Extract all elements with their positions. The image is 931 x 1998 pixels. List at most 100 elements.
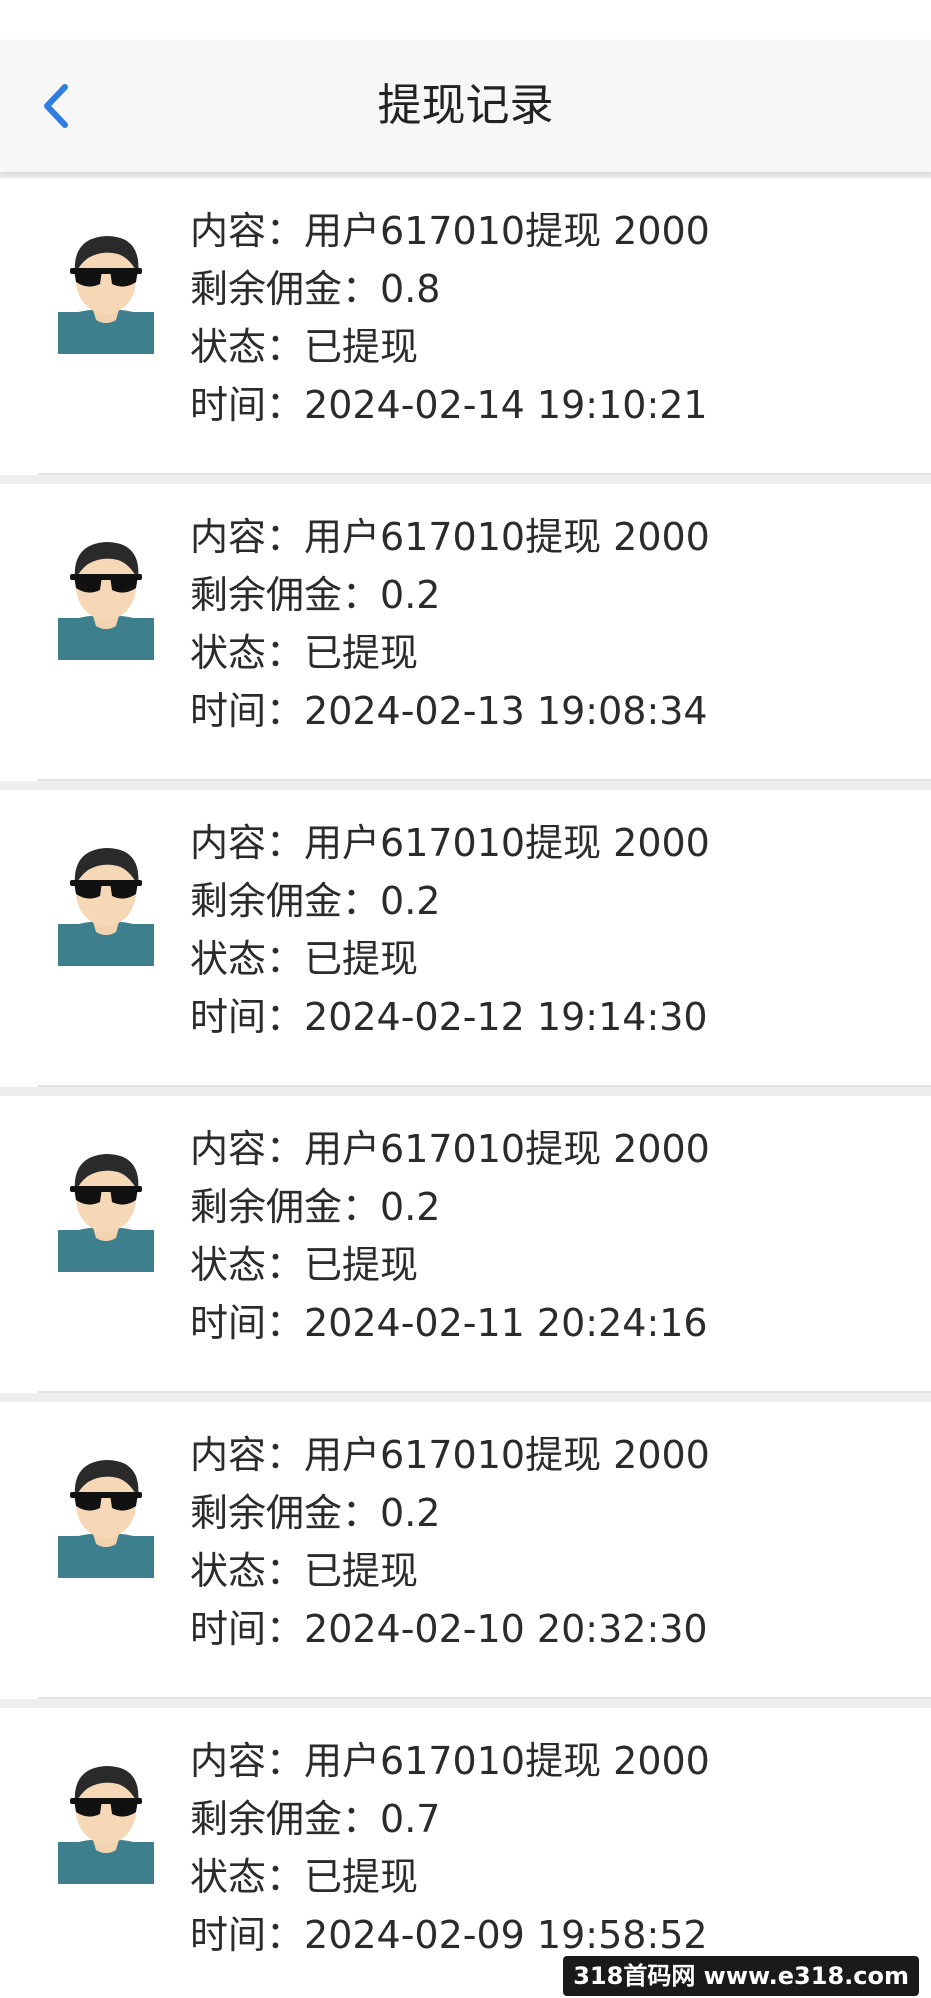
user-with-sunglasses-icon: [58, 848, 154, 966]
record-info: 内容：用户617010提现 2000 剩余佣金：0.7 状态：已提现 时间：20…: [190, 1732, 710, 1964]
status-value: 已提现: [304, 1243, 419, 1287]
user-with-sunglasses-icon: [58, 236, 154, 354]
remaining-label: 剩余佣金：: [190, 879, 381, 923]
status-label: 状态：: [190, 631, 305, 675]
time-label: 时间：: [190, 689, 305, 733]
record-remaining: 剩余佣金：0.2: [190, 872, 710, 930]
divider: [38, 1085, 931, 1087]
user-with-sunglasses-icon: [58, 542, 154, 660]
record-time: 时间：2024-02-12 19:14:30: [190, 988, 710, 1046]
time-value: 2024-02-13 19:08:34: [304, 689, 708, 733]
record-content: 内容：用户617010提现 2000: [190, 1732, 710, 1790]
record-status: 状态：已提现: [190, 318, 710, 376]
record-info: 内容：用户617010提现 2000 剩余佣金：0.2 状态：已提现 时间：20…: [190, 814, 710, 1046]
remaining-label: 剩余佣金：: [190, 267, 381, 311]
content-value: 用户617010提现 2000: [304, 1127, 710, 1171]
record-item[interactable]: 内容：用户617010提现 2000 剩余佣金：0.8 状态：已提现 时间：20…: [0, 178, 931, 475]
status-label: 状态：: [190, 1855, 305, 1899]
status-label: 状态：: [190, 1243, 305, 1287]
record-item[interactable]: 内容：用户617010提现 2000 剩余佣金：0.2 状态：已提现 时间：20…: [0, 1096, 931, 1393]
status-bar: [0, 0, 931, 40]
record-status: 状态：已提现: [190, 1542, 710, 1600]
record-item[interactable]: 内容：用户617010提现 2000 剩余佣金：0.2 状态：已提现 时间：20…: [0, 484, 931, 781]
record-item[interactable]: 内容：用户617010提现 2000 剩余佣金：0.7 状态：已提现 时间：20…: [0, 1708, 931, 1998]
remaining-label: 剩余佣金：: [190, 1185, 381, 1229]
content-value: 用户617010提现 2000: [304, 209, 710, 253]
remaining-label: 剩余佣金：: [190, 1491, 381, 1535]
record-content: 内容：用户617010提现 2000: [190, 814, 710, 872]
record-status: 状态：已提现: [190, 1848, 710, 1906]
remaining-value: 0.8: [380, 267, 441, 311]
record-time: 时间：2024-02-14 19:10:21: [190, 376, 710, 434]
divider: [38, 1391, 931, 1393]
divider: [38, 473, 931, 475]
time-label: 时间：: [190, 995, 305, 1039]
status-value: 已提现: [304, 631, 419, 675]
navigation-bar: 提现记录: [0, 40, 931, 172]
content-label: 内容：: [190, 821, 305, 865]
record-status: 状态：已提现: [190, 1236, 710, 1294]
remaining-label: 剩余佣金：: [190, 1797, 381, 1841]
record-remaining: 剩余佣金：0.2: [190, 1178, 710, 1236]
record-item[interactable]: 内容：用户617010提现 2000 剩余佣金：0.2 状态：已提现 时间：20…: [0, 1402, 931, 1699]
record-status: 状态：已提现: [190, 930, 710, 988]
content-value: 用户617010提现 2000: [304, 1739, 710, 1783]
time-value: 2024-02-09 19:58:52: [304, 1913, 708, 1957]
remaining-value: 0.2: [380, 573, 441, 617]
record-list: 内容：用户617010提现 2000 剩余佣金：0.8 状态：已提现 时间：20…: [0, 178, 931, 1998]
content-value: 用户617010提现 2000: [304, 515, 710, 559]
time-value: 2024-02-12 19:14:30: [304, 995, 708, 1039]
content-label: 内容：: [190, 515, 305, 559]
time-label: 时间：: [190, 1607, 305, 1651]
watermark: 318首码网 www.e318.com: [563, 1956, 919, 1996]
record-content: 内容：用户617010提现 2000: [190, 1120, 710, 1178]
record-time: 时间：2024-02-10 20:32:30: [190, 1600, 710, 1658]
record-info: 内容：用户617010提现 2000 剩余佣金：0.8 状态：已提现 时间：20…: [190, 202, 710, 434]
time-label: 时间：: [190, 383, 305, 427]
content-value: 用户617010提现 2000: [304, 1433, 710, 1477]
status-value: 已提现: [304, 325, 419, 369]
divider: [38, 779, 931, 781]
record-remaining: 剩余佣金：0.8: [190, 260, 710, 318]
time-label: 时间：: [190, 1913, 305, 1957]
remaining-value: 0.2: [380, 1185, 441, 1229]
content-label: 内容：: [190, 1433, 305, 1477]
status-label: 状态：: [190, 937, 305, 981]
record-item[interactable]: 内容：用户617010提现 2000 剩余佣金：0.2 状态：已提现 时间：20…: [0, 790, 931, 1087]
record-info: 内容：用户617010提现 2000 剩余佣金：0.2 状态：已提现 时间：20…: [190, 1120, 710, 1352]
content-label: 内容：: [190, 1739, 305, 1783]
time-value: 2024-02-14 19:10:21: [304, 383, 708, 427]
status-value: 已提现: [304, 1855, 419, 1899]
remaining-value: 0.7: [380, 1797, 441, 1841]
status-value: 已提现: [304, 1549, 419, 1593]
remaining-value: 0.2: [380, 1491, 441, 1535]
time-value: 2024-02-10 20:32:30: [304, 1607, 708, 1651]
content-label: 内容：: [190, 1127, 305, 1171]
content-label: 内容：: [190, 209, 305, 253]
record-time: 时间：2024-02-13 19:08:34: [190, 682, 710, 740]
remaining-label: 剩余佣金：: [190, 573, 381, 617]
record-content: 内容：用户617010提现 2000: [190, 1426, 710, 1484]
time-value: 2024-02-11 20:24:16: [304, 1301, 708, 1345]
user-with-sunglasses-icon: [58, 1766, 154, 1884]
remaining-value: 0.2: [380, 879, 441, 923]
withdrawal-records-page: 提现记录 内容：用户617010提现 2000 剩余佣金：0.8 状态：已提现 …: [0, 0, 931, 1998]
record-time: 时间：2024-02-11 20:24:16: [190, 1294, 710, 1352]
record-info: 内容：用户617010提现 2000 剩余佣金：0.2 状态：已提现 时间：20…: [190, 1426, 710, 1658]
page-title: 提现记录: [377, 80, 554, 131]
record-remaining: 剩余佣金：0.2: [190, 1484, 710, 1542]
time-label: 时间：: [190, 1301, 305, 1345]
status-label: 状态：: [190, 325, 305, 369]
record-info: 内容：用户617010提现 2000 剩余佣金：0.2 状态：已提现 时间：20…: [190, 508, 710, 740]
status-value: 已提现: [304, 937, 419, 981]
record-remaining: 剩余佣金：0.7: [190, 1790, 710, 1848]
status-label: 状态：: [190, 1549, 305, 1593]
record-remaining: 剩余佣金：0.2: [190, 566, 710, 624]
user-with-sunglasses-icon: [58, 1154, 154, 1272]
divider: [38, 1697, 931, 1699]
record-content: 内容：用户617010提现 2000: [190, 508, 710, 566]
record-content: 内容：用户617010提现 2000: [190, 202, 710, 260]
user-with-sunglasses-icon: [58, 1460, 154, 1578]
record-status: 状态：已提现: [190, 624, 710, 682]
content-value: 用户617010提现 2000: [304, 821, 710, 865]
